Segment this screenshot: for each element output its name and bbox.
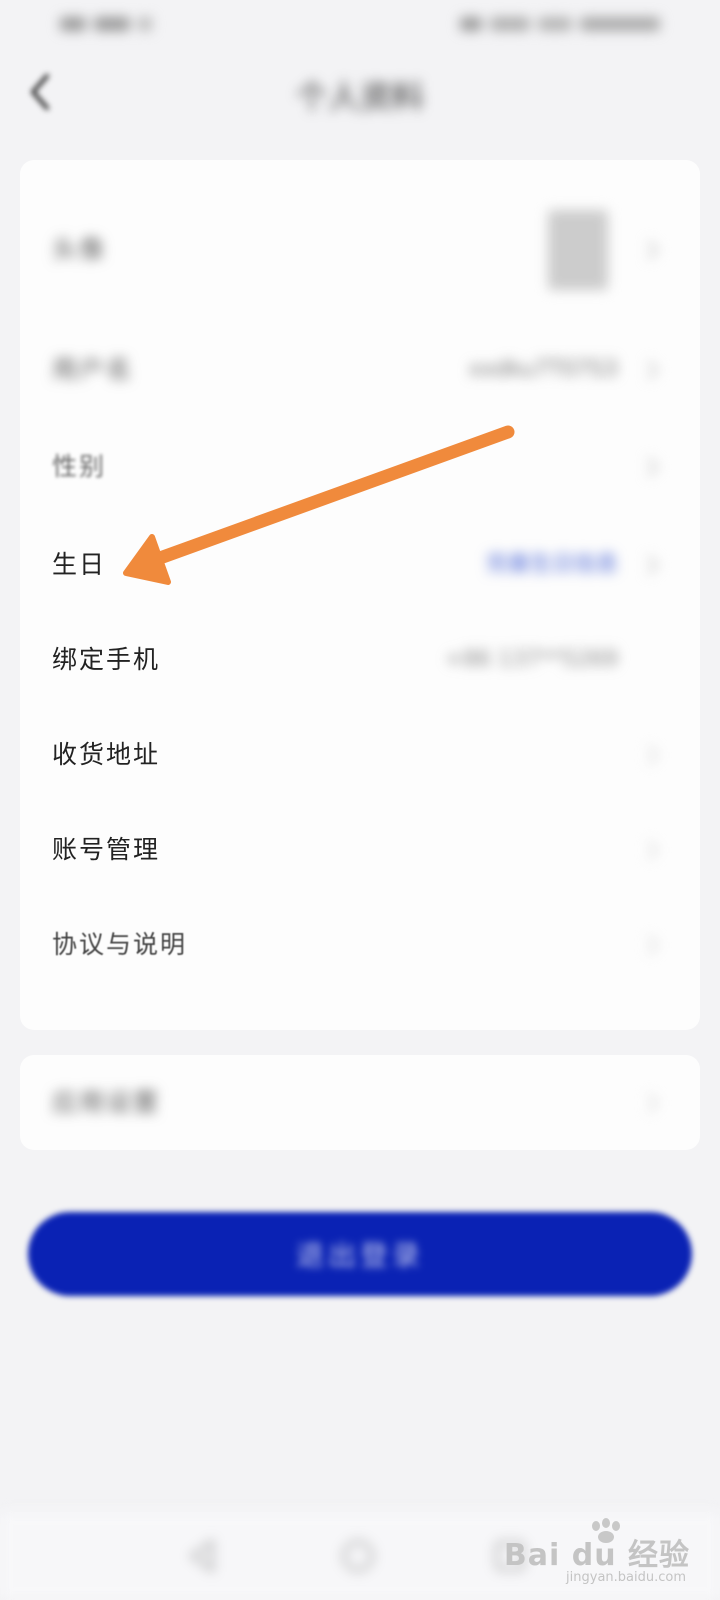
row-account-label: 账号管理	[52, 835, 161, 864]
chevron-right-icon	[646, 744, 660, 766]
status-bar	[0, 0, 720, 50]
watermark-main-text: Bai du 经验	[503, 1538, 690, 1573]
row-username-value: xxdku7T07S3	[468, 357, 618, 382]
logout-button[interactable]: 退出登录	[28, 1212, 692, 1296]
row-account[interactable]: 账号管理	[20, 805, 700, 895]
avatar	[548, 210, 608, 290]
row-birthday[interactable]: 生日 完善生日信息	[20, 520, 700, 610]
nfc-icon	[490, 17, 530, 31]
chevron-right-icon	[646, 1092, 660, 1114]
row-gender[interactable]: 性别	[20, 422, 700, 512]
baidu-jingyan-watermark: Bai du 经验 jingyan.baidu.com	[504, 1518, 690, 1588]
row-phone[interactable]: 绑定手机 +86 137**5269	[20, 615, 700, 705]
chevron-right-icon	[646, 839, 660, 861]
page-title: 个人资料	[295, 78, 424, 116]
watermark-url: jingyan.baidu.com	[566, 1570, 686, 1585]
status-left-icons	[60, 12, 160, 36]
chevron-right-icon	[646, 239, 660, 261]
row-avatar-label: 头像	[52, 235, 107, 264]
row-agreement-label: 协议与说明	[52, 930, 188, 959]
network-icon	[94, 17, 130, 31]
logout-button-label: 退出登录	[295, 1239, 424, 1272]
signal-icon	[60, 17, 86, 31]
row-birthday-value: 完善生日信息	[485, 552, 618, 577]
row-address[interactable]: 收货地址	[20, 710, 700, 800]
row-username-label: 用户名	[52, 355, 134, 384]
chevron-right-icon	[646, 554, 660, 576]
battery-icon	[538, 17, 572, 31]
row-phone-label: 绑定手机	[52, 645, 161, 674]
row-app-settings-label: 应用设置	[52, 1088, 161, 1117]
page-header: 个人资料	[0, 58, 720, 128]
row-gender-label: 性别	[52, 452, 107, 481]
nav-home-icon[interactable]	[338, 1536, 378, 1576]
settings-card: 应用设置	[20, 1055, 700, 1150]
row-avatar[interactable]: 头像	[20, 200, 700, 300]
status-right-icons	[450, 12, 660, 36]
row-phone-value: +86 137**5269	[444, 647, 618, 672]
row-agreement[interactable]: 协议与说明	[20, 900, 700, 990]
chevron-right-icon	[646, 456, 660, 478]
chevron-right-icon	[646, 934, 660, 956]
row-app-settings[interactable]: 应用设置	[20, 1055, 700, 1150]
wifi-icon	[138, 17, 152, 31]
row-birthday-label: 生日	[52, 550, 107, 579]
row-address-label: 收货地址	[52, 740, 161, 769]
chevron-right-icon	[646, 359, 660, 381]
profile-card: 头像 用户名 xxdku7T07S3 性别 生日 完善生日信息 绑定手机 +86…	[20, 160, 700, 1030]
nav-back-icon[interactable]	[182, 1536, 222, 1576]
row-username[interactable]: 用户名 xxdku7T07S3	[20, 325, 700, 415]
clock	[580, 17, 660, 31]
vibrate-icon	[460, 17, 482, 31]
